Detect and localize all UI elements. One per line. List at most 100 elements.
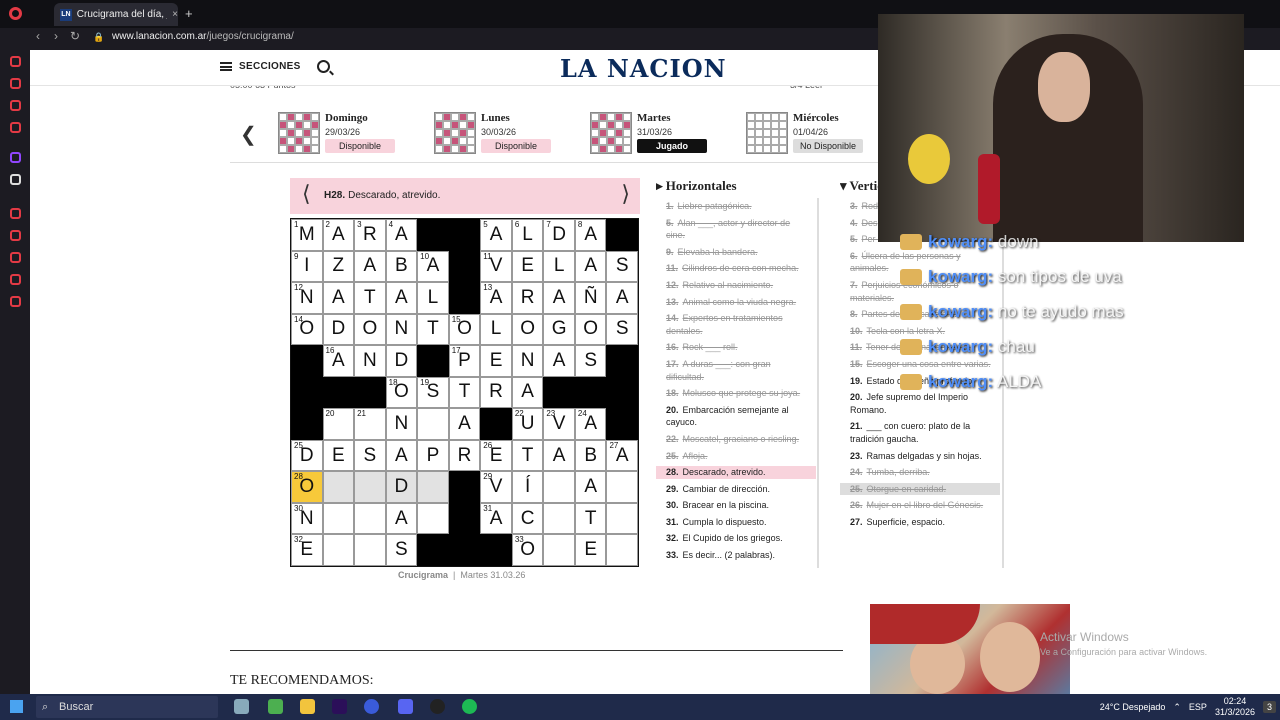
grid-cell[interactable]: L: [417, 282, 449, 314]
grid-cell[interactable]: P: [417, 439, 449, 472]
grid-cell[interactable]: E: [511, 250, 544, 283]
grid-cell[interactable]: 2A: [322, 219, 355, 251]
grid-cell[interactable]: [543, 471, 575, 503]
grid-cell[interactable]: A: [448, 408, 481, 440]
grid-cell[interactable]: O: [574, 313, 607, 346]
grid-cell[interactable]: 18 O: [385, 376, 418, 409]
back-icon[interactable]: ‹: [36, 29, 40, 43]
spotify-icon[interactable]: [462, 699, 477, 714]
clue-item[interactable]: 12. Relativo al nacimiento.: [656, 279, 816, 292]
grid-cell[interactable]: N: [354, 345, 386, 377]
site-logo[interactable]: LA NACION: [560, 54, 727, 83]
grid-cell[interactable]: 33 O: [511, 534, 544, 566]
clue-item[interactable]: 9. Elevaba la bandera.: [656, 246, 816, 259]
grid-cell[interactable]: T: [417, 313, 449, 346]
grid-cell[interactable]: 19 S: [417, 376, 449, 409]
grid-cell[interactable]: [322, 502, 355, 535]
grid-cell[interactable]: 11 V: [480, 250, 512, 283]
clue-item[interactable]: 22. Moscatel, graciano o riesling.: [656, 433, 816, 446]
grid-cell[interactable]: E: [480, 345, 512, 377]
sidebar-speed-icon[interactable]: [10, 56, 21, 67]
grid-cell[interactable]: T: [574, 502, 607, 535]
grid-cell[interactable]: [354, 471, 386, 503]
grid-cell[interactable]: 1M: [291, 219, 323, 251]
clue-item[interactable]: 27. Superficie, espacio.: [840, 516, 1000, 529]
clue-item[interactable]: 21. ___ con cuero: plato de la tradición …: [840, 420, 1000, 445]
forward-icon[interactable]: ›: [54, 29, 58, 43]
grid-cell[interactable]: Ñ: [574, 282, 607, 314]
reload-icon[interactable]: ↻: [70, 29, 80, 43]
sidebar-box-icon[interactable]: [10, 274, 21, 285]
grid-cell[interactable]: C: [511, 502, 544, 535]
sidebar-settings-icon[interactable]: [10, 296, 21, 307]
grid-cell[interactable]: 25 D: [291, 439, 323, 472]
grid-cell[interactable]: E: [322, 439, 355, 472]
clue-item[interactable]: 13. Animal como la viuda negra.: [656, 296, 816, 309]
grid-cell[interactable]: T: [511, 439, 544, 472]
next-clue-button[interactable]: ⟩: [621, 181, 630, 207]
grid-cell[interactable]: 5A: [480, 219, 512, 251]
sidebar-player-icon[interactable]: [10, 208, 21, 219]
grid-cell[interactable]: 14 O: [291, 313, 323, 346]
sidebar-x-icon[interactable]: [10, 174, 21, 185]
grid-cell[interactable]: O: [511, 313, 544, 346]
clue-item[interactable]: 31. Cumpla lo dispuesto.: [656, 516, 816, 529]
grid-cell[interactable]: [417, 408, 449, 440]
grid-cell[interactable]: 24 A: [574, 408, 607, 440]
grid-cell[interactable]: L: [543, 250, 575, 283]
obs-icon[interactable]: [430, 699, 445, 714]
grid-cell[interactable]: 7D: [543, 219, 575, 251]
grid-cell[interactable]: A: [511, 376, 544, 409]
grid-cell[interactable]: A: [543, 439, 575, 472]
grid-cell[interactable]: [322, 471, 355, 503]
day-0[interactable]: Domingo 29/03/26 Disponible: [278, 112, 418, 156]
url-field[interactable]: www.lanacion.com.ar/juegos/crucigrama/: [112, 31, 294, 42]
grid-cell[interactable]: B: [385, 250, 418, 283]
clue-item[interactable]: 20. Embarcación semejante al cayuco.: [656, 404, 816, 429]
horizontal-scrollbar[interactable]: [817, 198, 819, 568]
grid-cell[interactable]: N: [511, 345, 544, 377]
clue-item[interactable]: 18. Molusco que protege su joya.: [656, 387, 816, 400]
prev-clue-button[interactable]: ⟨: [302, 181, 311, 207]
clue-item[interactable]: 14. Expertos en tratamientos dentales.: [656, 312, 816, 337]
language-indicator[interactable]: ESP: [1189, 702, 1207, 712]
premiere-icon[interactable]: [332, 699, 347, 714]
grid-cell[interactable]: 15 O: [448, 313, 481, 346]
grid-cell[interactable]: R: [448, 439, 481, 472]
grid-cell[interactable]: A: [574, 250, 607, 283]
windows-start-icon[interactable]: [10, 700, 23, 713]
grid-cell[interactable]: S: [354, 439, 386, 472]
clue-item[interactable]: 30. Bracear en la piscina.: [656, 499, 816, 512]
grid-cell[interactable]: 32 E: [291, 534, 323, 566]
sidebar-history-icon[interactable]: [10, 252, 21, 263]
day-status[interactable]: Disponible: [481, 139, 551, 153]
grid-cell[interactable]: 17 P: [448, 345, 481, 377]
grid-cell[interactable]: A: [606, 282, 638, 314]
grid-cell[interactable]: A: [574, 471, 607, 503]
grid-cell[interactable]: 4A: [385, 219, 418, 251]
grid-cell[interactable]: D: [322, 313, 355, 346]
day-status[interactable]: Disponible: [325, 139, 395, 153]
grid-cell[interactable]: 30 N: [291, 502, 323, 535]
grid-cell[interactable]: E: [574, 534, 607, 566]
grid-cell[interactable]: Í: [511, 471, 544, 503]
sidebar-messenger-icon[interactable]: [10, 78, 21, 89]
sections-menu-button[interactable]: SECCIONES: [220, 61, 301, 72]
day-1[interactable]: Lunes 30/03/26 Disponible: [434, 112, 574, 156]
grid-cell[interactable]: Z: [322, 250, 355, 283]
grid-cell[interactable]: A: [543, 345, 575, 377]
clue-item[interactable]: 17. A duras ___: con gran dificultad.: [656, 358, 816, 383]
grid-cell[interactable]: 16 A: [322, 345, 355, 377]
search-icon[interactable]: [317, 60, 330, 73]
clue-item[interactable]: 5. Alan ___, actor y director de cine.: [656, 217, 816, 242]
app-b-icon[interactable]: [268, 699, 283, 714]
clue-item[interactable]: 29. Cambiar de dirección.: [656, 483, 816, 496]
sidebar-pin-icon[interactable]: [10, 230, 21, 241]
grid-cell[interactable]: 9I: [291, 250, 323, 283]
grid-cell[interactable]: 29 V: [480, 471, 512, 503]
grid-cell[interactable]: 21: [354, 408, 386, 440]
grid-cell[interactable]: 13 A: [480, 282, 512, 314]
grid-cell[interactable]: 22 U: [511, 408, 544, 440]
opera-taskbar-icon[interactable]: [364, 699, 379, 714]
discord-icon[interactable]: [398, 699, 413, 714]
